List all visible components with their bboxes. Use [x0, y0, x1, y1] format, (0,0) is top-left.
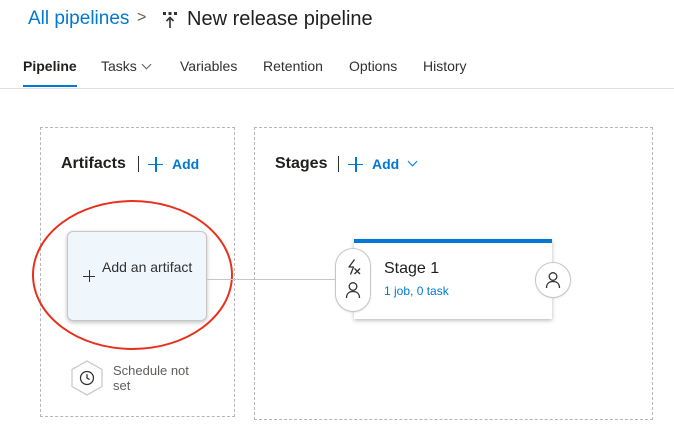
- schedule-label: Schedule not set: [113, 363, 189, 393]
- artifacts-title: Artifacts: [61, 155, 126, 172]
- stage-name: Stage 1: [384, 260, 440, 277]
- add-artifact-button[interactable]: Add: [148, 156, 199, 172]
- plus-icon: [83, 270, 95, 282]
- tab-retention-label: Retention: [263, 58, 323, 74]
- tab-tasks[interactable]: Tasks: [101, 58, 152, 87]
- tab-history[interactable]: History: [423, 58, 467, 87]
- stage-card[interactable]: Stage 1 1 job, 0 task: [354, 239, 552, 319]
- tab-options[interactable]: Options: [349, 58, 397, 87]
- plus-icon: [348, 156, 363, 172]
- add-artifact-label: Add: [172, 156, 200, 172]
- chevron-down-icon: [407, 156, 418, 166]
- tab-pipeline[interactable]: Pipeline: [23, 58, 77, 87]
- stages-title: Stages: [275, 155, 328, 172]
- pre-deployment-pill: [335, 248, 371, 312]
- stage-summary-link[interactable]: 1 job, 0 task: [384, 284, 449, 298]
- breadcrumb-all-pipelines[interactable]: All pipelines: [28, 8, 129, 30]
- tab-variables[interactable]: Variables: [180, 58, 237, 87]
- artifacts-divider: [138, 156, 139, 172]
- tab-options-label: Options: [349, 58, 398, 74]
- pipeline-icon: [163, 12, 177, 28]
- user-icon: [545, 272, 561, 289]
- tab-tasks-label: Tasks: [101, 58, 137, 74]
- tab-history-label: History: [423, 58, 467, 74]
- stages-divider: [338, 156, 339, 172]
- clock-icon[interactable]: [69, 359, 105, 397]
- tab-bar: Pipeline Tasks Variables Retention Optio…: [0, 58, 674, 89]
- tab-retention[interactable]: Retention: [263, 58, 323, 87]
- tab-pipeline-label: Pipeline: [23, 58, 77, 74]
- post-deployment-approvals-button[interactable]: [535, 262, 571, 298]
- add-artifact-card[interactable]: Add an artifact: [67, 231, 207, 321]
- plus-icon: [148, 156, 163, 172]
- tab-variables-label: Variables: [180, 58, 238, 74]
- user-icon[interactable]: [345, 281, 361, 299]
- breadcrumb-separator: >: [137, 9, 147, 26]
- trigger-icon[interactable]: [344, 258, 362, 276]
- add-artifact-card-label: Add an artifact: [102, 259, 193, 275]
- add-stage-label: Add: [372, 156, 400, 172]
- page-title: New release pipeline: [187, 8, 373, 30]
- add-stage-button[interactable]: Add: [348, 156, 418, 172]
- chevron-down-icon: [141, 59, 152, 70]
